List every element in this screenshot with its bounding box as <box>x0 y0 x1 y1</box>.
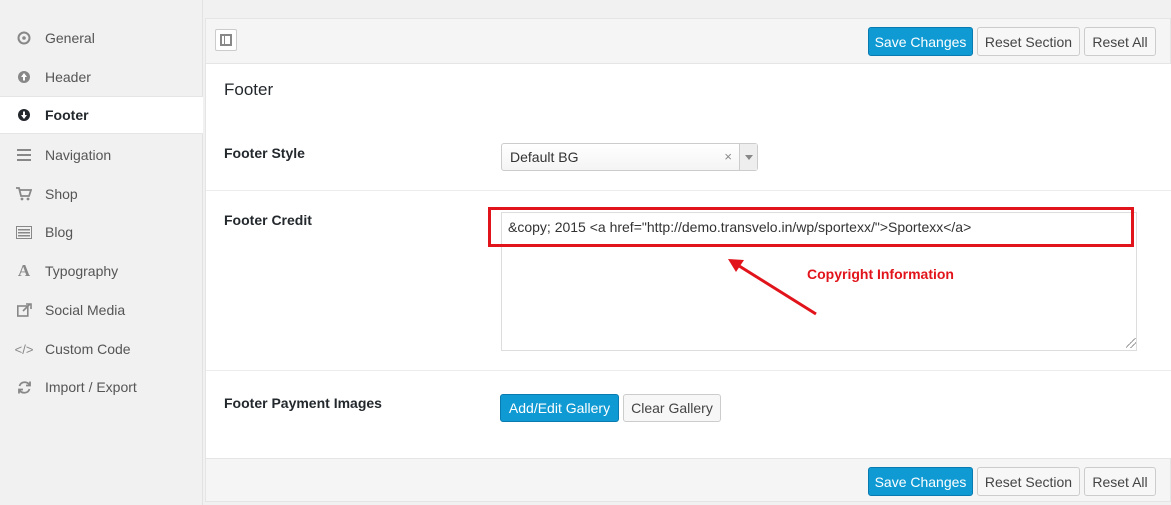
save-button[interactable]: Save Changes <box>868 467 973 496</box>
clear-icon[interactable]: × <box>724 149 732 164</box>
resize-grip-icon[interactable] <box>1126 338 1136 348</box>
footer-section-panel: Footer Footer Style Default BG × Footer … <box>205 64 1171 458</box>
top-toolbar: Save Changes Reset Section Reset All <box>205 18 1171 64</box>
divider <box>206 370 1171 371</box>
reset-section-button[interactable]: Reset Section <box>977 467 1080 496</box>
chevron-down-icon[interactable] <box>739 144 757 170</box>
save-button[interactable]: Save Changes <box>868 27 973 56</box>
list-icon <box>15 223 33 241</box>
sidebar-item-label: Blog <box>45 224 74 240</box>
sidebar-item-label: Typography <box>45 263 119 279</box>
footer-style-selected: Default BG <box>510 149 579 165</box>
reset-all-button[interactable]: Reset All <box>1084 27 1156 56</box>
typography-icon: A <box>17 261 31 280</box>
reset-section-button[interactable]: Reset Section <box>977 27 1080 56</box>
sidebar-item-import-export[interactable]: Import / Export <box>0 368 203 406</box>
arrow-up-circle-icon <box>15 68 33 86</box>
annotation-arrow-icon <box>728 259 817 316</box>
arrow-down-circle-icon <box>15 106 33 124</box>
sidebar-item-label: Import / Export <box>45 379 137 395</box>
sidebar-item-social-media[interactable]: Social Media <box>0 291 203 329</box>
gear-icon <box>15 29 33 47</box>
sidebar-item-label: Social Media <box>45 302 126 318</box>
clear-gallery-button[interactable]: Clear Gallery <box>623 394 721 422</box>
add-edit-gallery-button[interactable]: Add/Edit Gallery <box>500 394 619 422</box>
sidebar-item-label: Custom Code <box>45 341 131 357</box>
menu-lines-icon <box>15 146 33 164</box>
code-icon: </> <box>14 341 34 357</box>
sidebar-item-general[interactable]: General <box>0 19 203 57</box>
sidebar: General Header Footer Navigation Shop Bl… <box>0 0 203 505</box>
footer-payment-images-label: Footer Payment Images <box>224 395 382 411</box>
share-icon <box>15 301 33 319</box>
bottom-toolbar: Save Changes Reset Section Reset All <box>205 458 1171 502</box>
sidebar-item-label: Shop <box>45 186 78 202</box>
sidebar-item-label: General <box>45 30 95 46</box>
layout-toggle-icon[interactable] <box>215 29 237 51</box>
cart-icon <box>15 185 33 203</box>
sidebar-item-blog[interactable]: Blog <box>0 213 203 251</box>
footer-credit-label: Footer Credit <box>224 212 312 228</box>
sidebar-item-shop[interactable]: Shop <box>0 175 203 213</box>
section-title: Footer <box>224 80 274 99</box>
sidebar-item-typography[interactable]: A Typography <box>0 252 203 290</box>
refresh-icon <box>15 378 33 396</box>
footer-style-select[interactable]: Default BG × <box>501 143 758 171</box>
footer-style-label: Footer Style <box>224 145 305 161</box>
sidebar-item-label: Header <box>45 69 91 85</box>
annotation-label: Copyright Information <box>807 266 954 282</box>
reset-all-button[interactable]: Reset All <box>1084 467 1156 496</box>
theme-options-page: General Header Footer Navigation Shop Bl… <box>0 0 1171 505</box>
divider <box>206 190 1171 191</box>
sidebar-item-navigation[interactable]: Navigation <box>0 136 203 174</box>
sidebar-item-footer[interactable]: Footer <box>0 96 203 134</box>
sidebar-item-header[interactable]: Header <box>0 58 203 96</box>
annotation-highlight-box <box>488 207 1134 247</box>
sidebar-item-label: Navigation <box>45 147 112 163</box>
sidebar-item-custom-code[interactable]: </> Custom Code <box>0 330 203 368</box>
sidebar-item-label: Footer <box>45 107 89 123</box>
